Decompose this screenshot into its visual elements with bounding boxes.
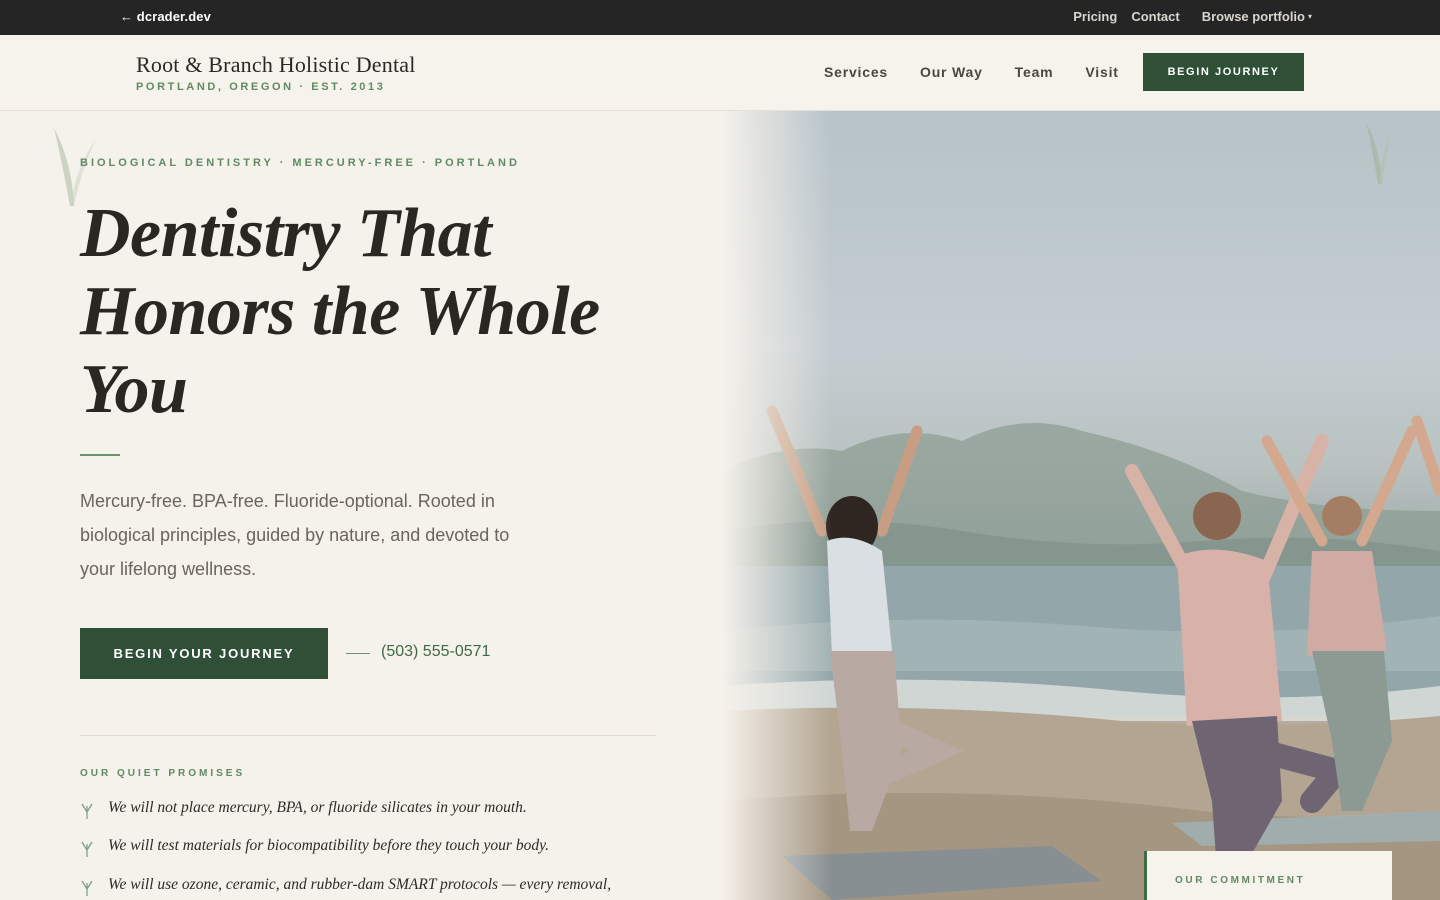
back-to-portfolio-link[interactable]: ← dcrader.dev — [120, 9, 211, 24]
commitment-card: OUR COMMITMENT — [1144, 851, 1392, 900]
commitment-label: OUR COMMITMENT — [1175, 875, 1306, 886]
brand-tagline: PORTLAND, OREGON · EST. 2013 — [136, 81, 386, 93]
browse-portfolio-dropdown[interactable]: Browse portfolio ▾ — [1202, 9, 1312, 24]
promise-item: We will use ozone, ceramic, and rubber-d… — [80, 876, 680, 898]
browse-portfolio-label: Browse portfolio — [1201, 9, 1305, 24]
nav-item-our-way[interactable]: Our Way — [920, 64, 983, 80]
hero-photo-beach-yoga — [722, 111, 1440, 900]
pricing-link[interactable]: Pricing — [1073, 9, 1117, 24]
begin-journey-button[interactable]: BEGIN JOURNEY — [1143, 53, 1304, 91]
headline-accent-rule — [80, 454, 120, 456]
sprout-icon — [81, 841, 93, 857]
headline-line-2: Honors the Whole — [80, 273, 600, 350]
promise-item: We will not place mercury, BPA, or fluor… — [80, 799, 680, 821]
section-divider — [80, 735, 656, 736]
promise-item: We will test materials for biocompatibil… — [80, 837, 680, 859]
utility-links: Pricing Contact Browse portfolio ▾ — [1073, 9, 1312, 24]
headline-line-3: You — [80, 351, 188, 428]
promise-text: We will not place mercury, BPA, or fluor… — [108, 799, 527, 816]
hero-headline: Dentistry That Honors the Whole You — [80, 195, 700, 429]
site-header: Root & Branch Holistic Dental PORTLAND, … — [0, 35, 1440, 111]
headline-line-1: Dentistry That — [80, 195, 492, 272]
chevron-down-icon: ▾ — [1307, 12, 1312, 21]
begin-your-journey-button[interactable]: BEGIN YOUR JOURNEY — [80, 628, 328, 679]
brand-logo-text[interactable]: Root & Branch Holistic Dental — [136, 52, 416, 78]
contact-link[interactable]: Contact — [1131, 9, 1179, 24]
promise-text: We will use ozone, ceramic, and rubber-d… — [108, 876, 612, 893]
promise-text: We will test materials for biocompatibil… — [108, 837, 549, 854]
phone-dash — [346, 653, 370, 654]
phone-link[interactable]: (503) 555-0571 — [381, 643, 490, 661]
nav-item-services[interactable]: Services — [824, 64, 888, 80]
main-nav: Services Our Way Team Visit — [824, 64, 1151, 80]
promises-heading: OUR QUIET PROMISES — [80, 768, 246, 779]
nav-item-visit[interactable]: Visit — [1085, 64, 1118, 80]
utility-bar: ← dcrader.dev Pricing Contact Browse por… — [0, 0, 1440, 35]
sprout-icon — [81, 880, 93, 896]
grass-blade-icon — [1366, 122, 1392, 184]
sprout-icon — [81, 803, 93, 819]
nav-item-team[interactable]: Team — [1015, 64, 1054, 80]
hero-lede: Mercury-free. BPA-free. Fluoride-optiona… — [80, 491, 510, 579]
hero-eyebrow: BIOLOGICAL DENTISTRY · MERCURY-FREE · PO… — [80, 157, 520, 169]
photo-edge-fade — [722, 111, 832, 900]
